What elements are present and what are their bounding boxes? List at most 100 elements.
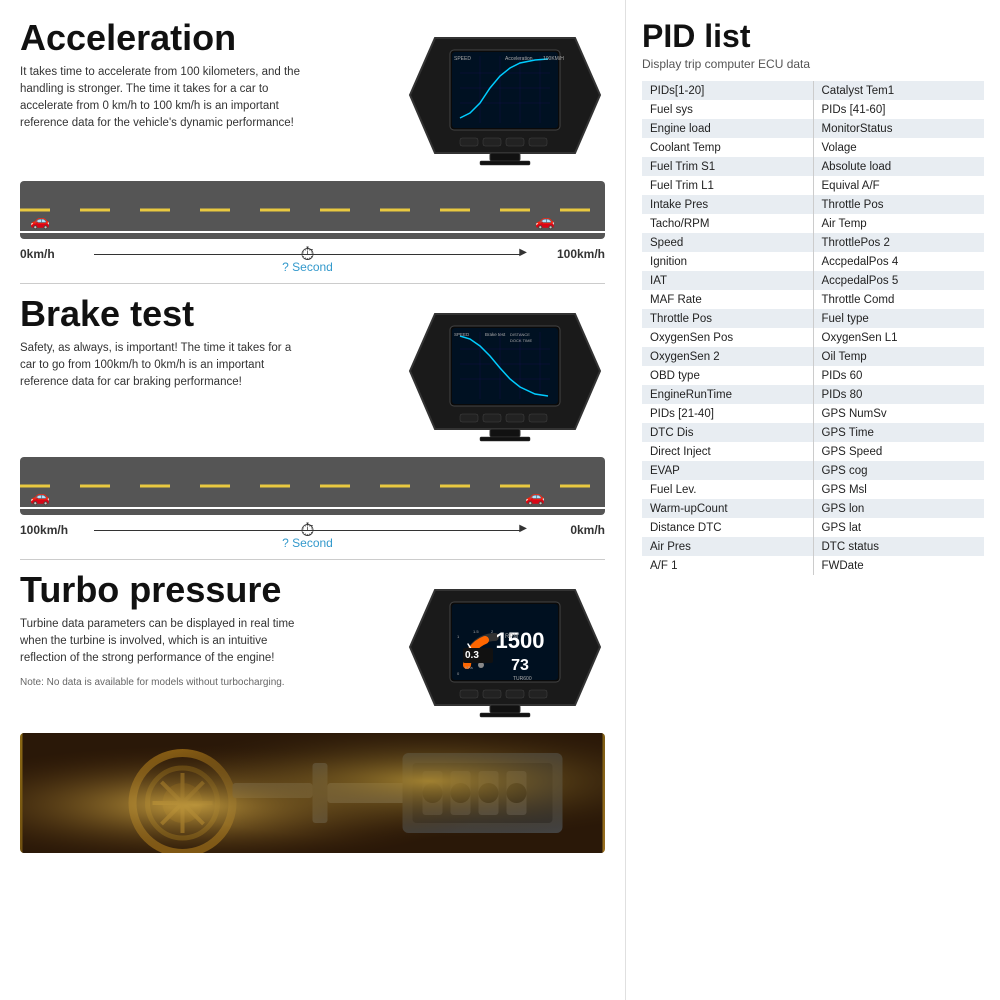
turbo-text: Turbo pressure Turbine data parameters c… [20,570,395,688]
car-start: 🚗 [30,211,50,231]
table-row: Warm-upCountGPS lon [642,499,984,518]
pid-cell-left: Speed [642,233,813,252]
pid-cell-left: Engine load [642,119,813,138]
divider-1 [20,283,605,284]
pid-cell-left: OxygenSen 2 [642,347,813,366]
svg-text:1500: 1500 [496,628,545,653]
pid-cell-right: GPS lat [813,518,984,537]
brake-device: SPEED Brake test DISTANCE DOCK TIME [405,294,605,449]
pid-cell-left: Coolant Temp [642,138,813,157]
svg-text:Acceleration: Acceleration [505,56,533,62]
table-row: IgnitionAccpedalPos 4 [642,252,984,271]
pid-cell-left: Fuel Trim S1 [642,157,813,176]
table-row: Direct InjectGPS Speed [642,442,984,461]
engine-photo [20,733,605,853]
divider-2 [20,559,605,560]
pid-cell-right: GPS Time [813,423,984,442]
pid-cell-right: AccpedalPos 4 [813,252,984,271]
pid-cell-right: DTC status [813,537,984,556]
pid-title: PID list [642,18,984,55]
table-row: EngineRunTimePIDs 80 [642,385,984,404]
pid-cell-right: PIDs 80 [813,385,984,404]
turbo-device: 0 1 1.5 2 1500 RPM 0.3 KPa 73 TUR600 [405,570,605,725]
pid-cell-right: PIDs 60 [813,366,984,385]
pid-cell-left: Tacho/RPM [642,214,813,233]
pid-cell-left: Air Pres [642,537,813,556]
table-row: OxygenSen 2Oil Temp [642,347,984,366]
table-row: MAF RateThrottle Comd [642,290,984,309]
table-row: PIDs[1-20]Catalyst Tem1 [642,81,984,100]
pid-cell-right: GPS Speed [813,442,984,461]
left-column: Acceleration It takes time to accelerate… [0,0,625,1000]
brake-section: Brake test Safety, as always, is importa… [20,294,605,449]
accel-speed-end: 100km/h [525,247,605,261]
car-end: 🚗 [535,211,555,231]
accel-speed-start: 0km/h [20,247,90,261]
acceleration-road: 🚗 🚗 [20,181,605,239]
pid-cell-left: OBD type [642,366,813,385]
brake-speed-arrow: ⏱ ? Second [94,530,521,531]
pid-cell-right: Catalyst Tem1 [813,81,984,100]
svg-text:DOCK TIME: DOCK TIME [510,338,532,343]
table-row: Fuel Trim L1Equival A/F [642,176,984,195]
pid-cell-left: PIDs [21-40] [642,404,813,423]
table-row: Coolant TempVolage [642,138,984,157]
pid-cell-right: Fuel type [813,309,984,328]
pid-cell-left: EngineRunTime [642,385,813,404]
turbo-desc: Turbine data parameters can be displayed… [20,616,310,668]
table-row: Throttle PosFuel type [642,309,984,328]
turbo-note: Note: No data is available for models wi… [20,677,395,688]
svg-text:0.3: 0.3 [465,650,479,661]
brake-speed-row: 100km/h ⏱ ? Second 0km/h [20,521,605,539]
pid-cell-right: Oil Temp [813,347,984,366]
table-row: Distance DTCGPS lat [642,518,984,537]
pid-cell-right: GPS cog [813,461,984,480]
pid-cell-left: Direct Inject [642,442,813,461]
pid-cell-left: A/F 1 [642,556,813,575]
acceleration-text: Acceleration It takes time to accelerate… [20,18,395,143]
table-row: Fuel Lev.GPS Msl [642,480,984,499]
right-column: PID list Display trip computer ECU data … [625,0,1000,1000]
pid-cell-right: GPS lon [813,499,984,518]
acceleration-desc: It takes time to accelerate from 100 kil… [20,64,310,133]
pid-table: PIDs[1-20]Catalyst Tem1Fuel sysPIDs [41-… [642,81,984,575]
pid-cell-left: Fuel Lev. [642,480,813,499]
table-row: Engine loadMonitorStatus [642,119,984,138]
svg-text:TUR600: TUR600 [513,676,532,682]
brake-desc: Safety, as always, is important! The tim… [20,340,310,392]
table-row: Tacho/RPMAir Temp [642,214,984,233]
table-row: Air PresDTC status [642,537,984,556]
brake-second: ? Second [282,536,333,550]
pid-cell-left: Throttle Pos [642,309,813,328]
pid-cell-left: IAT [642,271,813,290]
brake-car-start: 🚗 [30,487,50,507]
pid-cell-left: Fuel sys [642,100,813,119]
brake-speed-start: 100km/h [20,523,90,537]
table-row: EVAPGPS cog [642,461,984,480]
pid-cell-right: PIDs [41-60] [813,100,984,119]
svg-text:KPa: KPa [465,665,473,670]
accel-second: ? Second [282,260,333,274]
pid-cell-right: Throttle Pos [813,195,984,214]
svg-text:RPM: RPM [505,634,518,640]
table-row: Fuel sysPIDs [41-60] [642,100,984,119]
speed-arrow: ⏱ ? Second [94,254,521,255]
brake-road: 🚗 🚗 [20,457,605,515]
table-row: DTC DisGPS Time [642,423,984,442]
pid-cell-right: Throttle Comd [813,290,984,309]
pid-cell-left: Fuel Trim L1 [642,176,813,195]
pid-cell-left: PIDs[1-20] [642,81,813,100]
pid-cell-right: AccpedalPos 5 [813,271,984,290]
turbo-section: Turbo pressure Turbine data parameters c… [20,570,605,725]
table-row: IATAccpedalPos 5 [642,271,984,290]
table-row: Intake PresThrottle Pos [642,195,984,214]
pid-cell-right: Equival A/F [813,176,984,195]
speed-line-2: 100km/h ⏱ ? Second 0km/h [20,521,605,539]
brake-speed-end: 0km/h [525,523,605,537]
svg-text:1.5: 1.5 [473,629,479,634]
pid-subtitle: Display trip computer ECU data [642,57,984,71]
table-row: PIDs [21-40]GPS NumSv [642,404,984,423]
turbo-title: Turbo pressure [20,570,395,610]
pid-cell-right: ThrottlePos 2 [813,233,984,252]
pid-cell-left: Intake Pres [642,195,813,214]
